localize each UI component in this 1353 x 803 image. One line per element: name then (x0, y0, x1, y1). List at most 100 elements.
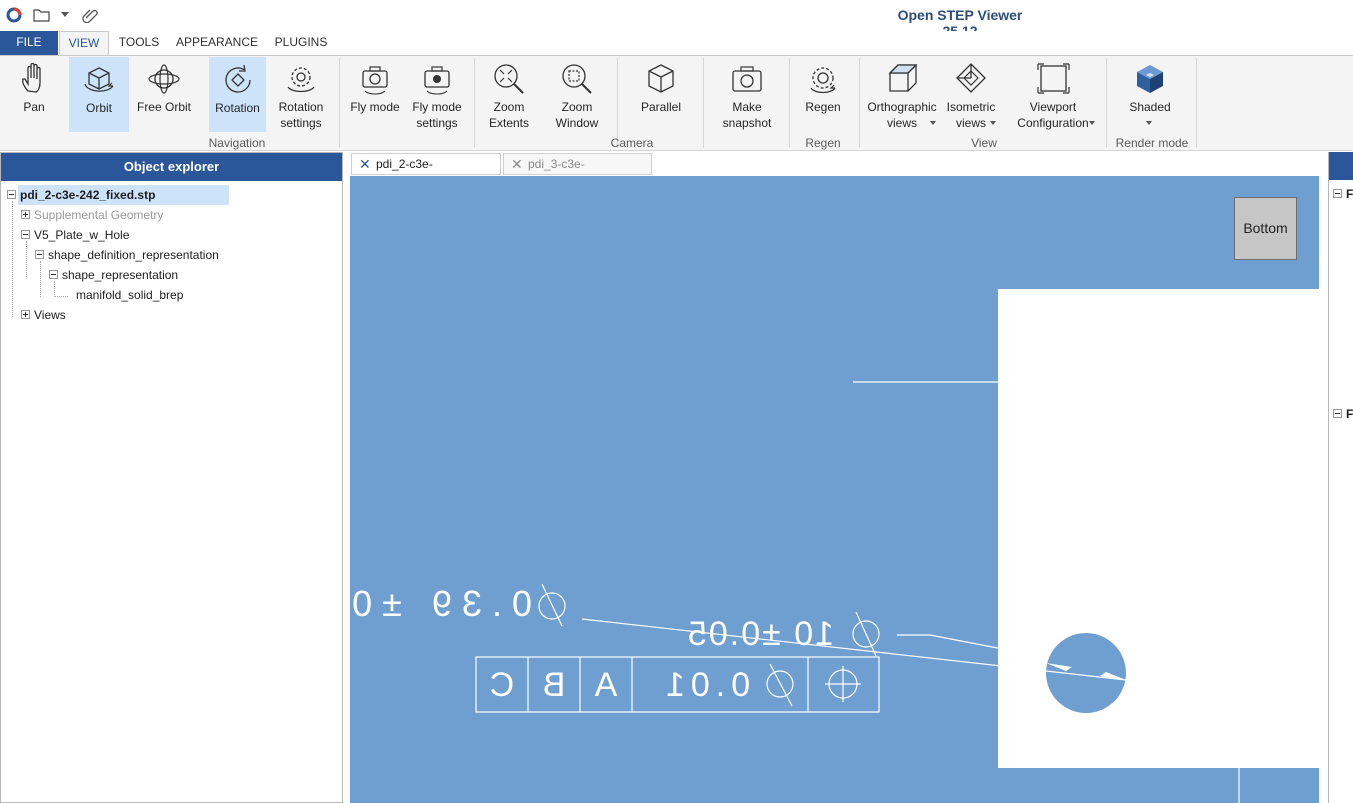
tree-item-views[interactable]: Views (34, 305, 66, 325)
tree-connector (12, 201, 13, 317)
rotation-settings-label: Rotation settings (278, 100, 324, 130)
fly-mode-label: Fly mode (350, 100, 400, 114)
free-orbit-button[interactable]: Free Orbit (134, 57, 194, 132)
shaded-cube-icon (1137, 65, 1163, 93)
zoom-window-icon (562, 64, 592, 94)
tree-connector (26, 241, 27, 277)
tree-collapse-toggle[interactable] (21, 230, 30, 239)
fly-mode-button[interactable]: Fly mode (344, 57, 406, 132)
document-tab-bar: ✕ pdi_2-c3e-242_fixed.stp ✕ pdi_3-c3e-24… (348, 152, 1328, 191)
chevron-down-icon (1146, 121, 1152, 125)
orbit-label: Orbit (85, 101, 112, 115)
group-separator (703, 58, 704, 148)
isometric-diamond-icon (956, 63, 986, 93)
rotation-label: Rotation (215, 101, 260, 115)
tree-item-shape-representation[interactable]: shape_representation (62, 265, 178, 285)
tree-collapse-toggle[interactable] (1333, 189, 1342, 198)
tab-view[interactable]: VIEW (59, 31, 109, 56)
quick-access-dropdown-icon[interactable] (58, 5, 72, 25)
3d-viewport[interactable]: 0.39 ±0 10 ±0.05 C B A 0.01 Bottom (350, 176, 1319, 803)
free-orbit-label: Free Orbit (136, 100, 191, 114)
group-separator (474, 58, 475, 148)
zoom-extents-button[interactable]: Zoom Extents (478, 57, 540, 132)
tree-collapse-toggle[interactable] (7, 190, 16, 199)
group-label-view: View (971, 136, 997, 150)
group-separator (617, 58, 618, 148)
orthographic-cube-icon (888, 64, 918, 92)
orbit-button[interactable]: Orbit (69, 57, 129, 132)
tree-collapse-toggle[interactable] (35, 250, 44, 259)
document-tab-inactive[interactable]: ✕ pdi_3-c3e-242_fixed.stp (503, 153, 652, 191)
cube-icon (648, 64, 674, 93)
attach-icon[interactable] (80, 5, 100, 25)
group-label-render-mode: Render mode (1115, 136, 1189, 150)
orthographic-views-button[interactable]: Orthographic views (864, 57, 940, 132)
group-separator (859, 58, 860, 148)
tolerance-value: 0.01 (659, 666, 751, 704)
fly-mode-settings-button[interactable]: Fly mode settings (406, 57, 468, 132)
tree-item-supplemental-geometry[interactable]: Supplemental Geometry (34, 205, 163, 225)
close-icon[interactable]: ✕ (359, 154, 371, 174)
tree-item-v5-plate-w-hole[interactable]: V5_Plate_w_Hole (34, 225, 129, 245)
pan-label: Pan (23, 100, 45, 114)
tab-appearance[interactable]: APPEARANCE (172, 31, 262, 55)
tree-item-manifold-solid-brep[interactable]: manifold_solid_brep (76, 285, 183, 305)
tree-connector (54, 296, 68, 297)
tab-plugins[interactable]: PLUGINS (268, 31, 334, 55)
tab-tools[interactable]: TOOLS (112, 31, 166, 55)
model-canvas (475, 289, 1319, 803)
app-logo-icon[interactable] (5, 5, 23, 25)
isometric-views-label: Isometric views (946, 100, 996, 130)
tree-item-shape-definition-representation[interactable]: shape_definition_representation (48, 245, 219, 265)
tab-file[interactable]: FILE (0, 31, 58, 55)
open-folder-icon[interactable] (32, 5, 52, 25)
zoom-window-button[interactable]: Zoom Window (546, 57, 608, 132)
group-label-regen: Regen (805, 136, 841, 150)
rotation-button[interactable]: Rotation (209, 57, 266, 132)
object-explorer-title: Object explorer (1, 153, 342, 181)
datum-reference-a: A (594, 666, 618, 704)
camera-settings-icon (424, 66, 450, 95)
group-separator (1196, 58, 1197, 148)
parallel-button[interactable]: Parallel (629, 57, 693, 132)
group-label-camera: Camera (610, 136, 654, 150)
tree-collapse-toggle[interactable] (49, 270, 58, 279)
view-cube[interactable]: Bottom (1234, 197, 1297, 260)
rotation-settings-icon (287, 67, 315, 93)
tree-connector (54, 281, 55, 297)
properties-panel-header (1329, 152, 1353, 180)
ribbon: Pan Orbit Free Orbit Rotation Rotation s… (0, 55, 1353, 151)
zoom-extents-icon (494, 64, 524, 94)
hand-icon (22, 62, 41, 93)
rotation-settings-button[interactable]: Rotation settings (271, 57, 331, 132)
snapshot-camera-icon (732, 66, 762, 92)
datum-reference-b: B (542, 666, 566, 704)
free-orbit-icon (148, 64, 180, 94)
tree-item-root-file[interactable]: pdi_2-c3e-242_fixed.stp (18, 185, 229, 205)
document-tab-active[interactable]: ✕ pdi_2-c3e-242_fixed.stp (351, 153, 501, 191)
pan-button[interactable]: Pan (4, 57, 64, 132)
regen-button[interactable]: Regen (794, 57, 852, 132)
shaded-render-button[interactable]: Shaded (1120, 57, 1180, 132)
isometric-views-button[interactable]: Isometric views (942, 57, 1000, 132)
viewport-configuration-button[interactable]: Viewport Configuration (1006, 57, 1100, 132)
tree-expand-toggle[interactable] (21, 310, 30, 319)
make-snapshot-label: Make snapshot (722, 100, 772, 130)
fly-mode-settings-label: Fly mode settings (412, 100, 462, 130)
viewport-frame-icon (1037, 63, 1070, 94)
group-separator (789, 58, 790, 148)
properties-group-label: Fi (1346, 407, 1353, 421)
tree-collapse-toggle[interactable] (1333, 409, 1342, 418)
group-separator (339, 58, 340, 148)
close-icon[interactable]: ✕ (511, 154, 523, 174)
tree-expand-toggle[interactable] (21, 210, 30, 219)
shaded-label: Shaded (1129, 100, 1171, 114)
camera-icon (362, 66, 388, 95)
make-snapshot-button[interactable]: Make snapshot (712, 57, 782, 132)
dimension-annotation-diameter: 0.39 ±0 (350, 583, 532, 624)
chevron-down-icon (1089, 121, 1095, 125)
zoom-window-label: Zoom Window (555, 100, 599, 130)
group-separator (1106, 58, 1107, 148)
zoom-extents-label: Zoom Extents (488, 100, 530, 130)
object-explorer-panel: Object explorer pdi_2-c3e-242_fixed.stp … (0, 152, 343, 803)
